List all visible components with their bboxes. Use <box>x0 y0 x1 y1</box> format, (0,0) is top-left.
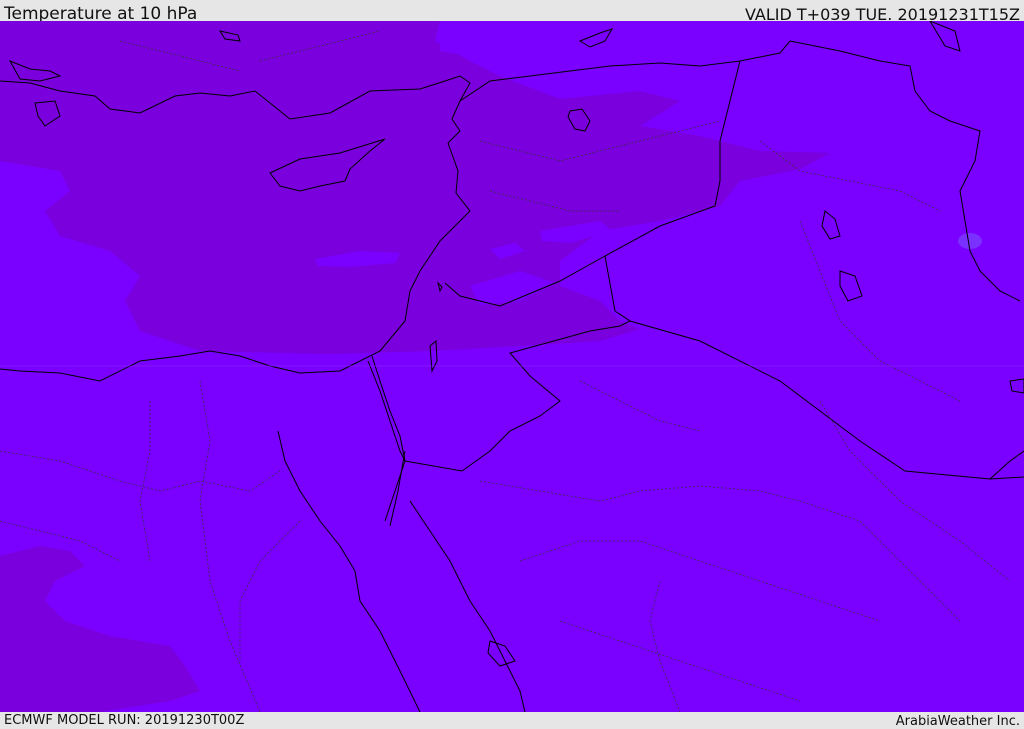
map-canvas <box>0 21 1024 712</box>
footer-bar: ECMWF MODEL RUN: 20191230T00Z ArabiaWeat… <box>0 712 1024 729</box>
forecast-map-frame: Temperature at 10 hPa VALID T+039 TUE. 2… <box>0 0 1024 729</box>
temperature-map <box>0 21 1024 712</box>
model-run-label: ECMWF MODEL RUN: 20191230T00Z <box>4 713 245 728</box>
credit-label: ArabiaWeather Inc. <box>895 714 1020 729</box>
temperature-field-spot <box>958 233 982 249</box>
header-bar: Temperature at 10 hPa VALID T+039 TUE. 2… <box>0 0 1024 24</box>
